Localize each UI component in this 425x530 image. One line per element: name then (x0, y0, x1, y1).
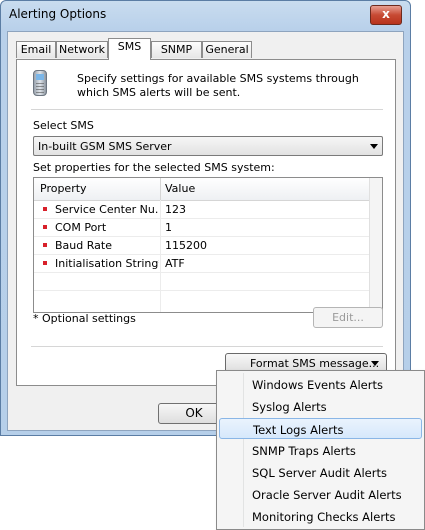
menu-item-monitoring-checks-alerts[interactable]: Monitoring Checks Alerts (219, 506, 422, 527)
format-sms-message-label: Format SMS message... (250, 357, 380, 370)
property-name: Baud Rate (55, 239, 112, 252)
chevron-down-icon (371, 361, 379, 366)
sms-system-select[interactable]: In-built GSM SMS Server (33, 136, 383, 156)
column-header-value[interactable]: Value (165, 182, 195, 195)
table-row[interactable]: Service Center Nu... 123 (34, 201, 370, 219)
sms-description: Specify settings for available SMS syste… (77, 72, 359, 99)
property-value: ATF (165, 257, 185, 270)
table-row[interactable]: Baud Rate 115200 (34, 237, 370, 255)
sms-tab-panel: Specify settings for available SMS syste… (16, 59, 396, 386)
property-value: 115200 (165, 239, 207, 252)
bullet-icon (43, 207, 47, 211)
table-row[interactable]: COM Port 1 (34, 219, 370, 237)
property-name: COM Port (55, 221, 107, 234)
tab-general[interactable]: General (202, 41, 252, 58)
separator (31, 346, 383, 347)
property-value: 123 (165, 203, 186, 216)
bullet-icon (43, 261, 47, 265)
menu-item-syslog-alerts[interactable]: Syslog Alerts (219, 396, 422, 417)
tab-email[interactable]: Email (16, 41, 56, 58)
tab-sms[interactable]: SMS (108, 38, 151, 60)
menu-item-oracle-server-audit-alerts[interactable]: Oracle Server Audit Alerts (219, 484, 422, 505)
grid-scrollbar[interactable] (369, 178, 382, 312)
format-sms-dropdown-menu: Windows Events Alerts Syslog Alerts Text… (216, 370, 425, 530)
tab-network[interactable]: Network (56, 41, 108, 58)
menu-item-windows-events-alerts[interactable]: Windows Events Alerts (219, 374, 422, 395)
mobile-phone-icon (33, 70, 47, 96)
properties-label: Set properties for the selected SMS syst… (33, 161, 275, 174)
optional-settings-note: * Optional settings (33, 312, 136, 325)
grid-header: Property Value (34, 178, 370, 201)
select-sms-label: Select SMS (33, 119, 94, 132)
menu-item-text-logs-alerts[interactable]: Text Logs Alerts (219, 418, 422, 439)
menu-item-sql-server-audit-alerts[interactable]: SQL Server Audit Alerts (219, 462, 422, 483)
property-name: Service Center Nu... (55, 203, 159, 216)
close-icon: x (382, 7, 390, 21)
property-value: 1 (165, 221, 172, 234)
close-button[interactable]: x (370, 5, 402, 25)
tab-snmp[interactable]: SNMP (151, 41, 202, 58)
properties-grid: Property Value Service Center Nu... 123 … (33, 177, 383, 313)
property-name: Initialisation String* (55, 257, 159, 270)
edit-button[interactable]: Edit... (313, 307, 383, 328)
selected-sms-system: In-built GSM SMS Server (38, 140, 172, 153)
bullet-icon (43, 243, 47, 247)
separator (31, 109, 383, 110)
chevron-down-icon (370, 144, 378, 149)
column-header-property[interactable]: Property (40, 182, 87, 195)
table-row[interactable]: Initialisation String* ATF (34, 255, 370, 273)
window-title: Alerting Options (9, 7, 107, 21)
bullet-icon (43, 225, 47, 229)
menu-item-snmp-traps-alerts[interactable]: SNMP Traps Alerts (219, 440, 422, 461)
